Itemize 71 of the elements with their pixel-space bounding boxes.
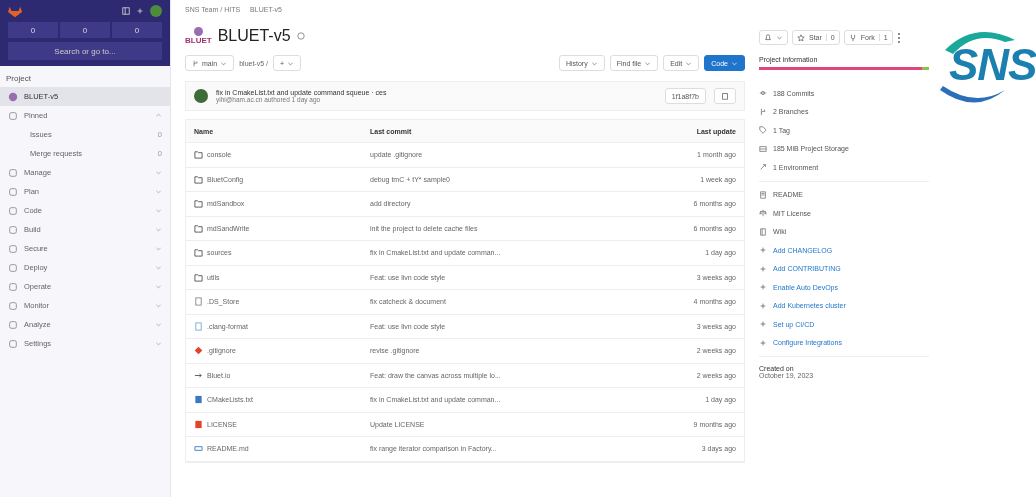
avatar-icon[interactable]: [150, 5, 162, 17]
folder-icon: [194, 248, 203, 258]
menu-icon: [8, 167, 18, 178]
chevron-icon: [155, 207, 162, 214]
document-icon: [759, 190, 767, 199]
plus-icon: [759, 246, 767, 255]
chevron-icon: [155, 340, 162, 347]
chevron-icon: [155, 264, 162, 271]
chevron-icon: [155, 245, 162, 252]
chevron-icon: [155, 283, 162, 290]
project-logo: BLUET: [185, 27, 212, 45]
counter-tab[interactable]: 0: [60, 22, 110, 38]
folder-icon: [194, 174, 203, 184]
file-icon: [194, 321, 203, 331]
plus-icon: [759, 338, 767, 347]
search-field[interactable]: Search or go to...: [8, 42, 162, 60]
chevron-icon: [155, 226, 162, 233]
plus-icon[interactable]: [136, 7, 144, 15]
fork-icon: [848, 33, 857, 42]
scale-icon: [759, 209, 767, 218]
project-avatar-icon: [8, 91, 18, 102]
chevron-icon: [155, 188, 162, 195]
menu-icon: [8, 205, 18, 216]
counter-tab[interactable]: 0: [8, 22, 58, 38]
bell-icon: [764, 33, 772, 42]
menu-icon: [8, 110, 18, 121]
folder-icon: [194, 272, 203, 282]
globe-icon: [296, 32, 305, 40]
menu-icon: [8, 186, 18, 197]
branch-icon: [192, 59, 199, 67]
file-icon: [194, 297, 203, 307]
folder-icon: [194, 150, 203, 160]
commit-icon: [759, 89, 767, 98]
file-icon: [194, 444, 203, 454]
branch-icon: [759, 107, 767, 116]
avatar-icon: [194, 89, 208, 103]
sidebar-toggle-icon[interactable]: [122, 7, 130, 15]
menu-icon: [8, 243, 18, 254]
menu-icon: [8, 300, 18, 311]
folder-icon: [194, 223, 203, 233]
menu-icon: [8, 319, 18, 330]
chevron-icon: [155, 321, 162, 328]
book-icon: [759, 227, 767, 236]
sns-logo: SNS: [935, 20, 1036, 110]
folder-icon: [194, 199, 203, 209]
counter-tab[interactable]: 0: [112, 22, 162, 38]
file-icon: [194, 395, 203, 405]
menu-icon: [8, 281, 18, 292]
menu-icon: [8, 224, 18, 235]
chevron-icon: [155, 169, 162, 176]
notification-button[interactable]: [759, 30, 788, 45]
file-icon: [194, 346, 203, 356]
file-icon: [194, 419, 203, 429]
project-title: BLUET-v5: [217, 27, 291, 45]
plus-icon: [759, 301, 767, 310]
menu-icon: [8, 338, 18, 349]
menu-icon: [8, 262, 18, 273]
star-icon: [797, 33, 805, 42]
copy-button[interactable]: [714, 88, 736, 104]
plus-icon: [759, 264, 767, 273]
chevron-icon: [155, 112, 162, 119]
storage-icon: [759, 144, 767, 153]
plus-icon: [759, 283, 767, 292]
section-label: Project: [5, 73, 32, 85]
more-icon[interactable]: [896, 31, 901, 44]
copy-icon: [721, 92, 729, 100]
caret-icon: [776, 34, 783, 41]
chevron-icon: [155, 302, 162, 309]
tag-icon: [759, 126, 767, 135]
fox-logo-icon[interactable]: [8, 4, 22, 18]
plus-icon: [759, 320, 767, 329]
